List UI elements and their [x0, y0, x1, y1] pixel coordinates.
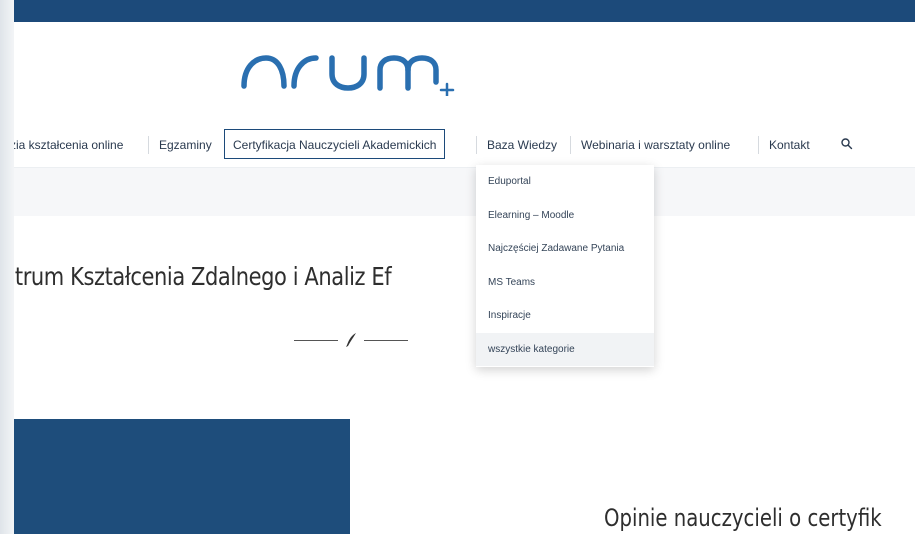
quill-icon: [346, 333, 356, 347]
dropdown-item-inspiracje[interactable]: Inspiracje: [476, 299, 654, 333]
nav-separator: [476, 136, 477, 154]
main-navigation: zia kształcenia online Egzaminy Certyfik…: [14, 123, 915, 167]
nav-item-webinaria[interactable]: Webinaria i warsztaty online: [581, 123, 730, 167]
nav-item-baza-wiedzy[interactable]: Baza Wiedzy: [487, 123, 557, 167]
nav-separator: [758, 136, 759, 154]
nav-separator: [570, 136, 571, 154]
dropdown-item-wszystkie-kategorie[interactable]: wszystkie kategorie: [476, 332, 654, 366]
title-divider: [294, 332, 408, 348]
divider-line-left: [294, 340, 338, 341]
section-heading: Opinie nauczycieli o certyfik: [604, 504, 882, 532]
featured-image-block: [14, 419, 350, 534]
nav-item-certyfikacja[interactable]: Certyfikacja Nauczycieli Akademickich: [224, 129, 446, 159]
divider-line-right: [364, 340, 408, 341]
dropdown-item-ms-teams[interactable]: MS Teams: [476, 266, 654, 300]
page-title: ntrum Kształcenia Zdalnego i Analiz Efjn…: [14, 262, 538, 291]
top-bar: [14, 0, 915, 22]
dropdown-item-elearning-moodle[interactable]: Elearning – Moodle: [476, 199, 654, 233]
nav-item-kształcenia-online[interactable]: zia kształcenia online: [14, 123, 123, 167]
dropdown-item-eduportal[interactable]: Eduportal: [476, 165, 654, 199]
search-icon[interactable]: [840, 137, 854, 151]
left-edge-shadow: [0, 0, 14, 534]
breadcrumb-band: [14, 167, 915, 216]
dropdown-item-faq[interactable]: Najczęściej Zadawane Pytania: [476, 232, 654, 266]
web-page: zia kształcenia online Egzaminy Certyfik…: [14, 0, 915, 534]
baza-wiedzy-dropdown: Eduportal Elearning – Moodle Najczęściej…: [476, 165, 654, 367]
sum-logo[interactable]: [240, 40, 480, 96]
nav-separator: [148, 136, 149, 154]
nav-item-kontakt[interactable]: Kontakt: [769, 123, 810, 167]
nav-item-egzaminy[interactable]: Egzaminy: [159, 123, 212, 167]
page-title-text: ntrum Kształcenia Zdalnego i Analiz Ef: [14, 262, 392, 291]
